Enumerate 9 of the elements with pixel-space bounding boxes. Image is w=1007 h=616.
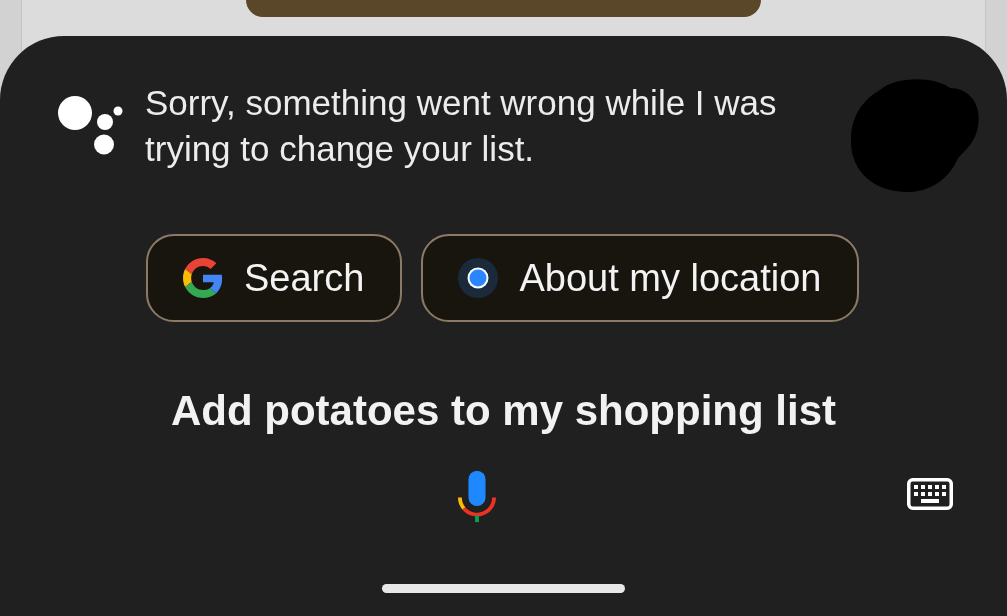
- google-g-icon: [183, 258, 223, 298]
- location-dot-icon: [458, 258, 499, 298]
- search-chip[interactable]: Search: [146, 234, 403, 322]
- keyboard-icon[interactable]: [907, 478, 953, 510]
- assistant-reply-text: Sorry, something went wrong while I was trying to change your list.: [145, 82, 778, 170]
- microphone-icon[interactable]: [457, 470, 496, 523]
- query-text: Add potatoes to my shopping list: [171, 386, 836, 436]
- suggestion-chip[interactable]: About my location: [421, 234, 860, 322]
- assistant-dots-icon: [57, 95, 123, 155]
